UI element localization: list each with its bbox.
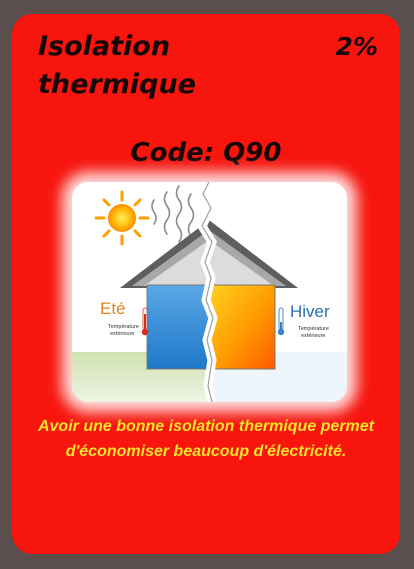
game-card: Isolation thermique 2% Code: Q90 Eté Tem… (12, 14, 400, 554)
card-title: Isolation thermique (38, 31, 197, 100)
thermometer-icon (277, 307, 285, 336)
card-code: Code: Q90 (130, 138, 282, 168)
summer-caption-line2: extérieure (110, 331, 134, 337)
thermometer-icon (141, 307, 149, 336)
winter-caption-line1: Température (298, 326, 329, 332)
winter-caption-line2: extérieure (301, 333, 325, 339)
house-insulation-illustration: Eté Température extérieure Hiver Tempéra… (72, 182, 347, 402)
heat-wave-icon (151, 185, 195, 243)
summer-caption-line1: Température (108, 324, 139, 330)
sun-icon (94, 190, 150, 246)
winter-label: Hiver (290, 302, 330, 321)
summer-label: Eté (100, 299, 126, 318)
percentage-badge: 2% (335, 32, 378, 61)
card-description: Avoir une bonne isolation thermique perm… (37, 418, 375, 460)
